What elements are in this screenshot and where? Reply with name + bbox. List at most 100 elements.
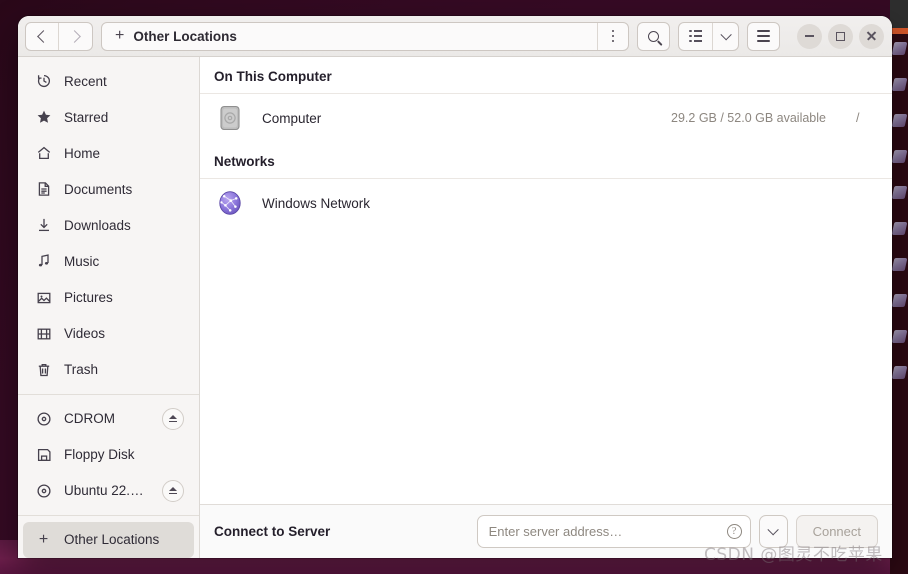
sidebar-item-label: Videos [64, 326, 106, 342]
chevron-left-icon [37, 29, 50, 43]
eject-icon [169, 487, 177, 495]
path-bar-current-location[interactable]: + Other Locations [102, 23, 597, 50]
dock-app-icon[interactable] [891, 78, 908, 91]
navigation-buttons [25, 21, 93, 51]
maximize-icon [836, 31, 845, 41]
section-header-on-this-computer: On This Computer [200, 57, 892, 94]
list-view-button[interactable] [679, 23, 712, 50]
list-item-name: Computer [262, 110, 322, 126]
dock-app-icon[interactable] [891, 186, 908, 199]
sidebar-item-music[interactable]: Music [23, 243, 194, 279]
file-manager-window: + Other Locations Recent Starred Home Do… [18, 16, 892, 558]
breadcrumb: Other Locations [133, 28, 237, 44]
path-bar-menu-button[interactable] [597, 22, 628, 50]
sidebar-item-trash[interactable]: Trash [23, 352, 194, 388]
minimize-button[interactable] [797, 23, 822, 49]
dock-app-icon[interactable] [891, 222, 908, 235]
sidebar-item-label: Downloads [64, 217, 131, 233]
header-right-controls [678, 21, 884, 51]
disc-icon [35, 482, 52, 499]
minimize-icon [805, 35, 814, 37]
sidebar-item-videos[interactable]: Videos [23, 316, 194, 352]
path-bar[interactable]: + Other Locations [101, 21, 629, 51]
music-icon [35, 253, 52, 270]
list-item-name: Windows Network [262, 195, 371, 211]
clock-icon [35, 73, 52, 90]
list-item-space-info: 29.2 GB / 52.0 GB available [671, 111, 826, 125]
eject-icon [169, 415, 177, 423]
dock-app-icon[interactable] [891, 330, 908, 343]
header-bar: + Other Locations [18, 16, 892, 57]
dock-app-icon[interactable] [891, 294, 908, 307]
sidebar-item-ubuntu-disc[interactable]: Ubuntu 22.0… [23, 473, 194, 509]
content-area: On This Computer Computer 29.2 GB / 52.0… [200, 57, 892, 558]
plus-icon: + [38, 530, 49, 548]
locations-list: On This Computer Computer 29.2 GB / 52.0… [200, 57, 892, 504]
server-address-input[interactable] [488, 516, 727, 547]
sidebar-item-label: Trash [64, 362, 99, 378]
floppy-icon [35, 446, 52, 463]
sidebar-item-floppy-disk[interactable]: Floppy Disk [23, 437, 194, 473]
picture-icon [35, 289, 52, 306]
close-icon [866, 31, 877, 42]
list-item[interactable]: Windows Network [200, 179, 892, 227]
sidebar-item-label: Ubuntu 22.0… [64, 483, 150, 499]
plus-icon: + [115, 27, 125, 44]
view-mode-group [678, 21, 739, 51]
sidebar-item-label: Documents [64, 181, 133, 197]
sidebar-item-recent[interactable]: Recent [23, 63, 194, 99]
sidebar-item-label: Floppy Disk [64, 447, 135, 463]
help-icon[interactable]: ? [726, 524, 742, 539]
sidebar-divider [18, 393, 199, 395]
sidebar-item-cdrom[interactable]: CDROM [23, 401, 194, 437]
back-button[interactable] [26, 22, 59, 50]
trash-icon [35, 361, 52, 378]
dock-app-icon[interactable] [891, 366, 908, 379]
sidebar-item-label: Recent [64, 73, 107, 89]
sidebar-item-documents[interactable]: Documents [23, 171, 194, 207]
sidebar-item-downloads[interactable]: Downloads [23, 207, 194, 243]
download-icon [35, 217, 52, 234]
chevron-down-icon [720, 29, 731, 40]
section-header-networks: Networks [200, 142, 892, 179]
sidebar-item-label: Home [64, 145, 101, 161]
dock-app-icon[interactable] [891, 42, 908, 55]
dock-app-icon[interactable] [891, 114, 908, 127]
server-address-field[interactable]: ? [476, 515, 751, 548]
view-options-dropdown-button[interactable] [712, 22, 738, 50]
eject-button[interactable] [162, 407, 184, 430]
sidebar-item-label: Pictures [64, 290, 113, 305]
star-icon [35, 109, 52, 126]
dock-accent-bar [890, 28, 908, 34]
main-menu-button[interactable] [747, 21, 780, 51]
chevron-down-icon [767, 524, 779, 536]
list-view-icon [688, 29, 703, 43]
dock-app-icon[interactable] [891, 258, 908, 271]
sidebar-item-other-locations[interactable]: + Other Locations [23, 521, 194, 558]
dock-strip[interactable] [890, 0, 908, 574]
search-button[interactable] [637, 21, 670, 51]
sidebar-item-label: CDROM [64, 411, 115, 427]
forward-button[interactable] [59, 23, 92, 50]
document-icon [35, 181, 52, 198]
maximize-button[interactable] [828, 23, 853, 49]
sidebar-divider [18, 514, 199, 516]
sidebar-item-label: Starred [64, 109, 109, 125]
dock-top-panel [890, 0, 908, 28]
list-item[interactable]: Computer 29.2 GB / 52.0 GB available / [200, 94, 892, 142]
network-globe-icon [214, 187, 246, 219]
connect-button[interactable]: Connect [795, 515, 878, 548]
sidebar-item-starred[interactable]: Starred [23, 99, 194, 135]
connect-to-server-label: Connect to Server [214, 524, 331, 539]
server-history-dropdown-button[interactable] [758, 515, 788, 548]
sidebar-item-pictures[interactable]: Pictures [23, 279, 194, 315]
list-item-mount-point: / [856, 111, 860, 125]
sidebar-item-home[interactable]: Home [23, 135, 194, 171]
close-button[interactable] [859, 23, 884, 49]
sidebar: Recent Starred Home Documents Downloads … [18, 57, 200, 558]
home-icon [35, 145, 52, 162]
dock-app-icon[interactable] [891, 150, 908, 163]
disc-icon [35, 410, 52, 427]
eject-button[interactable] [162, 479, 184, 502]
hamburger-menu-icon [757, 30, 770, 42]
